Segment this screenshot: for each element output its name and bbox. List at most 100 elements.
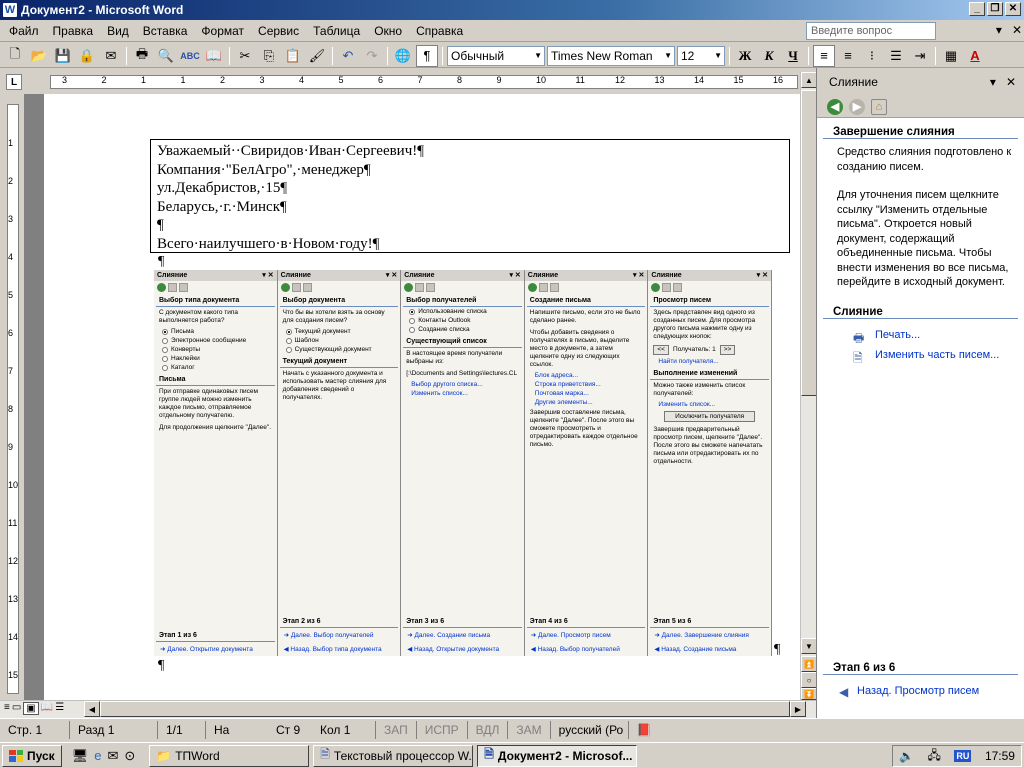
horizontal-scrollbar[interactable]: ≡ ▭ ▣ 📖 ☰ ◀ ▶	[0, 700, 816, 718]
start-button[interactable]: Пуск	[2, 744, 62, 767]
edit-letters-link[interactable]: 🗎 Изменить часть писем...	[817, 349, 1024, 365]
page[interactable]: Уважаемый··Свиридов·Иван·Сергеевич!¶ Ком…	[44, 94, 800, 700]
underline-button[interactable]: Ч	[782, 45, 804, 67]
copy-icon[interactable]: ⎘	[258, 45, 280, 67]
spelling-status-icon[interactable]: 📕	[629, 721, 660, 739]
mini-footer-label: Далее. Просмотр писем	[538, 632, 611, 639]
minimize-button[interactable]: _	[969, 2, 985, 16]
borders-icon[interactable]: ▦	[940, 45, 962, 67]
prev-page-icon[interactable]: ⏫	[801, 656, 817, 672]
new-document-icon[interactable]: 🗋	[4, 45, 26, 67]
save-icon[interactable]: 💾	[52, 45, 74, 67]
vertical-scrollbar[interactable]: ▲ ▼ ⏫ ○ ⏬	[800, 72, 817, 700]
open-icon[interactable]: 📂	[28, 45, 50, 67]
menu-view[interactable]: Вид	[100, 24, 136, 38]
menu-file[interactable]: Файл	[2, 24, 46, 38]
menu-help[interactable]: Справка	[409, 24, 470, 38]
taskbar-task[interactable]: 🗎 Текстовый процессор W...	[313, 744, 474, 767]
align-center-icon[interactable]: ≡	[837, 45, 859, 67]
format-painter-icon[interactable]: 🖌	[306, 45, 328, 67]
next-page-icon[interactable]: ⏬	[801, 688, 817, 700]
paste-icon[interactable]: 📋	[282, 45, 304, 67]
undo-icon[interactable]: ↶	[337, 45, 359, 67]
vertical-ruler-strip[interactable]	[7, 104, 19, 694]
menu-insert[interactable]: Вставка	[136, 24, 195, 38]
outlook-icon[interactable]: ✉	[107, 748, 118, 764]
restore-button[interactable]: ❐	[987, 2, 1003, 16]
print-layout-icon[interactable]: ▣	[23, 702, 39, 715]
volume-icon[interactable]: 🔈	[899, 749, 914, 763]
forward-icon[interactable]: ▶	[849, 98, 865, 115]
research-icon[interactable]: 📖	[203, 45, 225, 67]
network-icon[interactable]: 🖧	[927, 746, 940, 767]
menu-tools[interactable]: Сервис	[251, 24, 306, 38]
chevron-down-icon[interactable]: ▾	[990, 75, 996, 89]
hscroll-thumb[interactable]	[100, 701, 790, 717]
home-icon[interactable]: ⌂	[871, 98, 887, 115]
back-icon[interactable]: ◀	[827, 98, 843, 115]
italic-button[interactable]: К	[758, 45, 780, 67]
email-icon[interactable]: ✉	[100, 45, 122, 67]
media-icon[interactable]: ⊙	[124, 748, 135, 764]
ruler-strip[interactable]	[50, 75, 798, 89]
outline-view-icon[interactable]: ☰	[55, 702, 64, 715]
desktop-icon[interactable]: 🖥	[72, 748, 89, 764]
reading-view-icon[interactable]: 📖	[41, 702, 53, 715]
indent-icon[interactable]: ⇥	[909, 45, 931, 67]
status-rec[interactable]: ЗАП	[376, 720, 417, 739]
close-button[interactable]: ✕	[1005, 2, 1021, 16]
redo-icon[interactable]: ↷	[361, 45, 383, 67]
tab-stop-selector[interactable]: L	[6, 74, 22, 90]
menu-format[interactable]: Формат	[194, 24, 251, 38]
status-ovr[interactable]: ЗАМ	[508, 720, 551, 739]
document-area[interactable]: Уважаемый··Свиридов·Иван·Сергеевич!¶ Ком…	[24, 94, 800, 700]
back-step-link[interactable]: ◀ Назад. Просмотр писем	[817, 685, 1024, 699]
scroll-left-icon[interactable]: ◀	[84, 701, 100, 717]
scroll-thumb[interactable]	[801, 90, 817, 396]
radio-label: Контакты Outlook	[418, 317, 471, 324]
font-color-icon[interactable]: A	[964, 45, 986, 67]
mini-text: Что бы вы хотели взять за основу для соз…	[282, 309, 385, 324]
taskbar-task-active[interactable]: 🗎 Документ2 - Microsof...	[477, 744, 638, 767]
font-select[interactable]: Times New Roman ▼	[547, 45, 675, 66]
close-icon[interactable]: ✕	[1006, 75, 1016, 89]
numbered-list-icon[interactable]: ⁝	[861, 45, 883, 67]
language-indicator[interactable]: RU	[954, 750, 972, 762]
show-hide-marks-button[interactable]: ¶	[416, 44, 438, 67]
status-trk[interactable]: ИСПР	[417, 720, 468, 739]
mini-pane-title: Слияние	[404, 272, 435, 279]
status-language[interactable]: русский (Ро	[551, 720, 629, 739]
status-ext[interactable]: ВДЛ	[468, 720, 509, 739]
print-preview-icon[interactable]: 🔍	[155, 45, 177, 67]
ask-question-input[interactable]: Введите вопрос	[806, 22, 936, 40]
scroll-down-icon[interactable]: ▼	[801, 638, 817, 654]
hyperlink-icon[interactable]: 🌐	[392, 45, 414, 67]
close-icon: ▾ ✕	[509, 272, 521, 279]
browse-object-icon[interactable]: ○	[801, 672, 817, 688]
style-select[interactable]: Обычный ▼	[447, 45, 545, 66]
scroll-up-icon[interactable]: ▲	[801, 72, 817, 88]
font-size-select[interactable]: 12 ▼	[677, 45, 725, 66]
spelling-icon[interactable]: ABC	[179, 45, 201, 67]
cut-icon[interactable]: ✂	[234, 45, 256, 67]
menu-table[interactable]: Таблица	[306, 24, 367, 38]
doc-close-icon[interactable]: ✕	[1012, 23, 1022, 37]
permission-icon[interactable]: 🔒	[76, 45, 98, 67]
taskbar-task[interactable]: 📁 ТПWord	[149, 744, 310, 767]
bullet-list-icon[interactable]: ☰	[885, 45, 907, 67]
vruler-number: 4	[8, 252, 14, 262]
print-icon[interactable]: 🖶	[131, 45, 153, 67]
menu-window[interactable]: Окно	[367, 24, 409, 38]
mail-merge-steps-image[interactable]: Слияние ▾ ✕ Выбор типа документа С документ…	[154, 270, 772, 656]
doc-minimize-icon[interactable]: ▾	[996, 23, 1002, 37]
align-left-icon[interactable]: ≡	[813, 44, 835, 67]
letter-text-box[interactable]: Уважаемый··Свиридов·Иван·Сергеевич!¶ Ком…	[150, 139, 790, 253]
print-link[interactable]: 🖶 Печать...	[817, 329, 1024, 345]
scroll-right-icon[interactable]: ▶	[790, 701, 806, 717]
menu-edit[interactable]: Правка	[46, 24, 101, 38]
web-view-icon[interactable]: ▭	[12, 702, 21, 715]
word-app-icon[interactable]: W	[3, 3, 17, 17]
internet-explorer-icon[interactable]: e	[94, 748, 101, 764]
normal-view-icon[interactable]: ≡	[4, 702, 10, 715]
bold-button[interactable]: Ж	[734, 45, 756, 67]
